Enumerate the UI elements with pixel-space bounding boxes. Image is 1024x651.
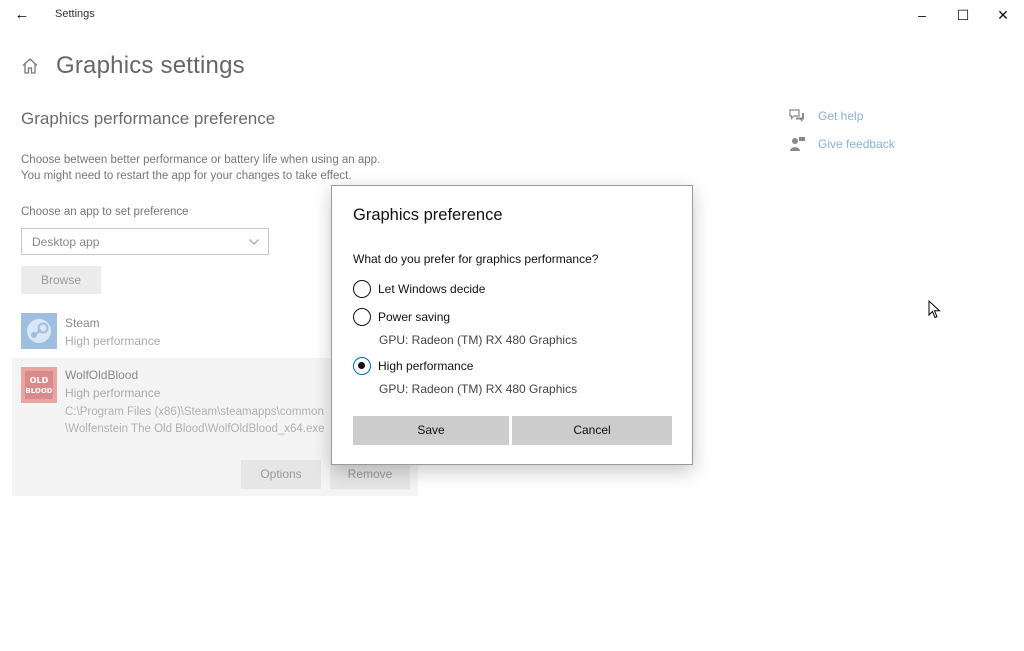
chevron-down-icon	[249, 239, 259, 245]
back-button[interactable]: ←	[10, 4, 34, 26]
description-line-2: You might need to restart the app for yo…	[21, 170, 352, 182]
get-help-link[interactable]: Get help	[788, 102, 895, 130]
minimize-icon: –	[918, 7, 926, 23]
icon-text-blood: BLOOD	[25, 387, 52, 395]
page-description: Choose between better performance or bat…	[21, 152, 441, 184]
radio-button[interactable]	[353, 280, 371, 298]
radio-button[interactable]	[353, 308, 371, 326]
home-icon[interactable]	[20, 56, 40, 76]
feedback-person-icon	[790, 137, 805, 151]
radio-high-performance[interactable]: High performance	[353, 356, 473, 376]
page-title: Graphics settings	[56, 52, 245, 79]
gpu-info-high-performance: GPU: Radeon (TM) RX 480 Graphics	[379, 382, 578, 396]
give-feedback-label: Give feedback	[818, 137, 895, 151]
app-preference: High performance	[65, 386, 161, 400]
dialog-question: What do you prefer for graphics performa…	[353, 252, 599, 266]
get-help-label: Get help	[818, 109, 864, 123]
back-arrow-icon: ←	[14, 6, 30, 23]
graphics-preference-dialog: Graphics preference What do you prefer f…	[331, 185, 693, 465]
page-heading: Graphics settings	[20, 50, 245, 82]
wolf-old-blood-icon: OLD BLOOD	[21, 367, 57, 403]
gpu-info-power-saving: GPU: Radeon (TM) RX 480 Graphics	[379, 333, 578, 347]
radio-label: Power saving	[378, 310, 451, 324]
app-path-line-2: \Wolfenstein The Old Blood\WolfOldBlood_…	[65, 423, 325, 435]
browse-button[interactable]: Browse	[21, 266, 101, 294]
mouse-pointer-icon	[928, 300, 941, 319]
help-chat-icon	[789, 109, 804, 122]
app-path-line-1: C:\Program Files (x86)\Steam\steamapps\c…	[65, 406, 324, 418]
app-preference: High performance	[65, 334, 161, 348]
icon-text-old: OLD	[30, 376, 49, 385]
dialog-title: Graphics preference	[353, 206, 503, 224]
close-button[interactable]: ✕	[991, 4, 1015, 26]
dropdown-value: Desktop app	[32, 235, 100, 249]
radio-power-saving[interactable]: Power saving	[353, 307, 450, 327]
give-feedback-link[interactable]: Give feedback	[788, 130, 895, 158]
cancel-button[interactable]: Cancel	[512, 416, 672, 445]
close-icon: ✕	[997, 7, 1009, 23]
description-line-1: Choose between better performance or bat…	[21, 154, 381, 166]
options-button[interactable]: Options	[241, 460, 321, 489]
window-title: Settings	[55, 8, 95, 20]
section-title: Graphics performance preference	[21, 109, 276, 128]
choose-app-label: Choose an app to set preference	[21, 206, 189, 218]
related-links: Get help Give feedback	[788, 102, 895, 158]
app-name: Steam	[65, 316, 100, 330]
title-bar: ← Settings – ☐ ✕	[0, 0, 1024, 30]
maximize-icon: ☐	[956, 7, 970, 23]
radio-label: Let Windows decide	[378, 282, 486, 296]
radio-let-windows-decide[interactable]: Let Windows decide	[353, 279, 485, 299]
radio-label: High performance	[378, 359, 474, 373]
app-name: WolfOldBlood	[65, 368, 139, 382]
maximize-button[interactable]: ☐	[951, 4, 975, 26]
app-type-dropdown[interactable]: Desktop app	[21, 228, 269, 255]
radio-button-selected[interactable]	[353, 357, 371, 375]
save-button[interactable]: Save	[353, 416, 509, 445]
minimize-button[interactable]: –	[910, 4, 934, 26]
steam-icon	[21, 313, 57, 349]
